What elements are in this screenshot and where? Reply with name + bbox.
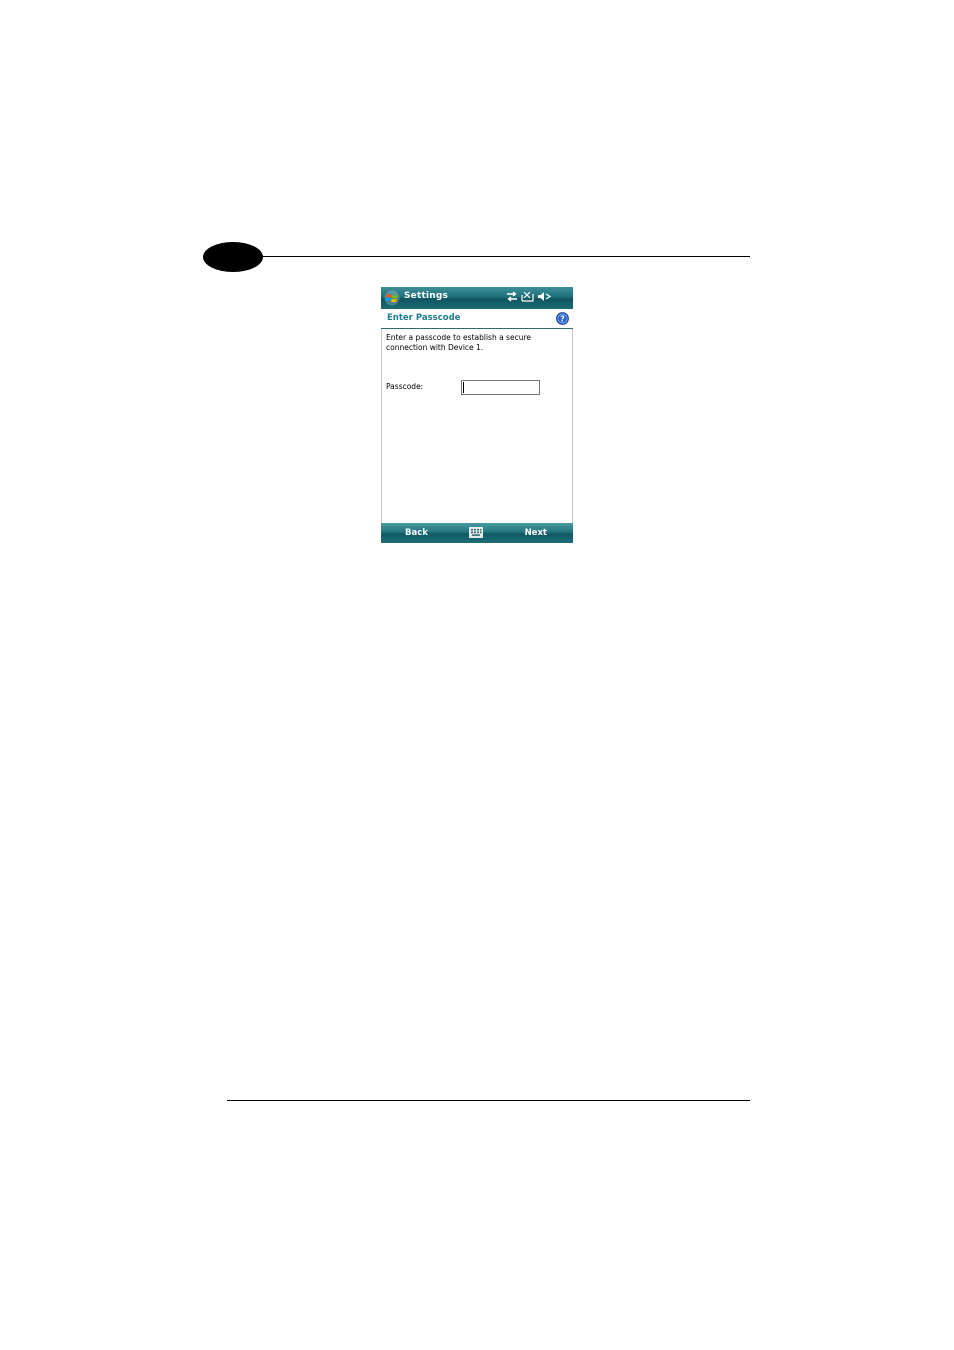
text-caret <box>463 382 464 393</box>
chapter-tab <box>203 242 263 272</box>
header-rule <box>230 256 750 257</box>
keyboard-icon[interactable] <box>469 527 483 538</box>
connectivity-arrows-icon[interactable] <box>506 291 518 302</box>
next-button[interactable]: Next <box>525 528 547 538</box>
passcode-label: Passcode: <box>386 382 424 391</box>
windows-start-icon[interactable] <box>384 290 400 306</box>
svg-text:?: ? <box>560 315 565 324</box>
volume-muted-icon[interactable] <box>537 291 551 302</box>
page-header: Enter Passcode ? <box>381 309 573 329</box>
title-bar: Settings <box>381 287 573 309</box>
passcode-input[interactable] <box>461 380 540 395</box>
device-screen: Settings Enter Passcode ? Enter a passco… <box>381 287 573 543</box>
instructions-text: Enter a passcode to establish a secure c… <box>386 333 531 352</box>
page-title: Enter Passcode <box>387 313 461 323</box>
status-icons <box>506 291 551 302</box>
signal-off-icon[interactable] <box>521 291 534 302</box>
footer-rule <box>227 1100 750 1101</box>
help-icon[interactable]: ? <box>556 312 569 325</box>
softkey-bar: Back Next <box>381 523 573 543</box>
window-title: Settings <box>404 291 449 301</box>
back-button[interactable]: Back <box>405 528 428 538</box>
